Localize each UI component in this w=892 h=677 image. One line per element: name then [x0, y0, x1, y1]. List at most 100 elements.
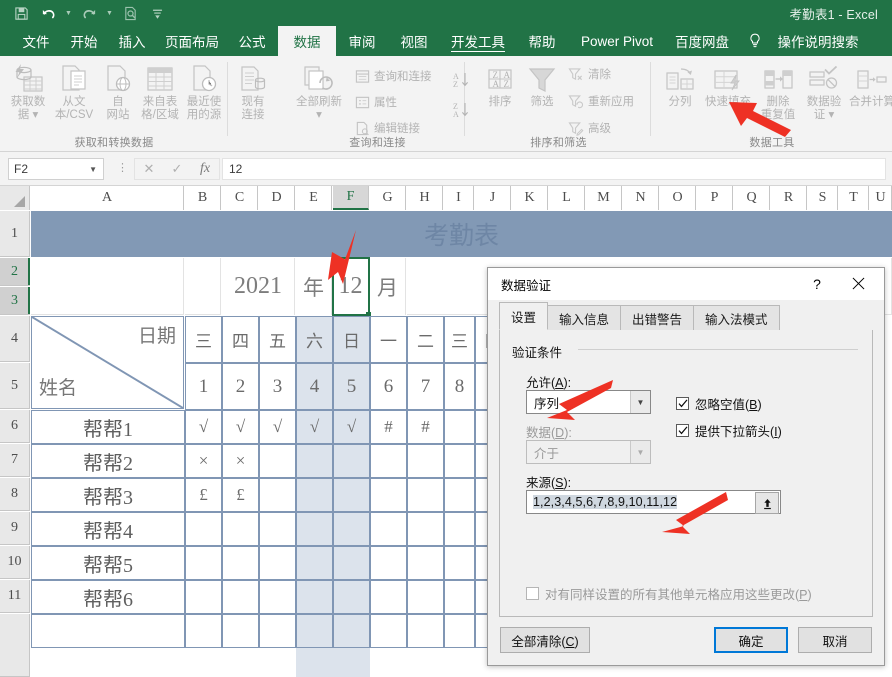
- row-header-3[interactable]: 3: [0, 287, 30, 315]
- mark-cell[interactable]: [185, 614, 222, 648]
- apply-to-all-checkbox[interactable]: 对有同样设置的所有其他单元格应用这些更改(P): [526, 584, 812, 603]
- weekday-cell-7[interactable]: 二: [407, 316, 444, 363]
- tab-view[interactable]: 视图: [392, 26, 436, 56]
- column-header-R[interactable]: R: [771, 186, 807, 210]
- ribbon-small-properties[interactable]: 属性: [354, 94, 397, 110]
- mark-cell[interactable]: [333, 444, 370, 478]
- row-header-9[interactable]: 9: [0, 512, 30, 545]
- weekday-cell-8[interactable]: 三: [444, 316, 475, 363]
- column-header-I[interactable]: I: [444, 186, 474, 210]
- cell-E2-year-unit[interactable]: 年: [296, 258, 332, 315]
- row-header-2[interactable]: 2: [0, 258, 30, 286]
- mark-cell[interactable]: [333, 546, 370, 580]
- dialog-tab-settings[interactable]: 设置: [499, 302, 549, 330]
- weekday-cell-5[interactable]: 日: [333, 316, 370, 363]
- daynum-cell-2[interactable]: 2: [222, 363, 259, 410]
- mark-cell[interactable]: ×: [185, 444, 222, 478]
- column-header-T[interactable]: T: [839, 186, 869, 210]
- tab-formulas[interactable]: 公式: [230, 26, 274, 56]
- mark-cell[interactable]: [444, 478, 475, 512]
- mark-cell[interactable]: [259, 614, 296, 648]
- daynum-cell-6[interactable]: 6: [370, 363, 407, 410]
- tab-data[interactable]: 数据: [278, 26, 336, 56]
- tell-me-search[interactable]: 操作说明搜索: [768, 26, 868, 56]
- confirm-formula-icon[interactable]: ✓: [163, 161, 191, 177]
- ribbon-small-queries-connections[interactable]: 查询和连接: [354, 68, 432, 84]
- column-header-N[interactable]: N: [623, 186, 659, 210]
- mark-cell[interactable]: [259, 546, 296, 580]
- in-cell-dropdown-checkbox[interactable]: 提供下拉箭头(I): [676, 421, 782, 440]
- dialog-tab-error-alert[interactable]: 出错警告: [620, 305, 695, 330]
- mark-cell[interactable]: [444, 580, 475, 614]
- customize-qat-icon[interactable]: [146, 2, 168, 24]
- cell-B2[interactable]: [185, 258, 221, 315]
- date-name-header-cell[interactable]: 日期 姓名: [31, 316, 184, 409]
- person-name-5[interactable]: 帮帮5: [31, 546, 185, 580]
- ribbon-button-consolidate[interactable]: 合并计算: [848, 60, 892, 109]
- tab-page-layout[interactable]: 页面布局: [158, 26, 226, 56]
- mark-cell[interactable]: £: [185, 478, 222, 512]
- mark-cell[interactable]: [222, 580, 259, 614]
- mark-cell[interactable]: √: [222, 410, 259, 444]
- column-header-S[interactable]: S: [808, 186, 838, 210]
- weekday-cell-1[interactable]: 三: [185, 316, 222, 363]
- mark-cell[interactable]: [370, 546, 407, 580]
- ribbon-button-from-web[interactable]: 自 网站: [98, 60, 138, 122]
- cancel-button[interactable]: 取消: [798, 627, 872, 653]
- mark-cell[interactable]: £: [222, 478, 259, 512]
- formula-input[interactable]: 12: [222, 158, 886, 180]
- mark-cell[interactable]: [222, 546, 259, 580]
- person-name-7[interactable]: [31, 614, 185, 648]
- name-box[interactable]: F2 ▼: [8, 158, 104, 180]
- row-header-8[interactable]: 8: [0, 478, 30, 511]
- ribbon-button-data-validation[interactable]: 数据验 证 ▾: [802, 60, 846, 122]
- row-header-10[interactable]: 10: [0, 546, 30, 579]
- mark-cell[interactable]: [259, 580, 296, 614]
- redo-icon[interactable]: [78, 2, 100, 24]
- redo-dropdown-icon[interactable]: ▼: [105, 2, 114, 24]
- mark-cell[interactable]: [185, 512, 222, 546]
- column-header-M[interactable]: M: [586, 186, 622, 210]
- mark-cell[interactable]: #: [407, 410, 444, 444]
- tab-power-pivot[interactable]: Power Pivot: [572, 26, 662, 56]
- ribbon-button-get-data[interactable]: 获取数 据 ▾: [6, 60, 50, 122]
- data-dropdown[interactable]: 介于 ▼: [526, 440, 651, 464]
- clear-all-button[interactable]: 全部清除(C): [500, 627, 590, 653]
- mark-cell[interactable]: √: [296, 410, 333, 444]
- mark-cell[interactable]: [296, 478, 333, 512]
- mark-cell[interactable]: [444, 546, 475, 580]
- mark-cell[interactable]: √: [333, 410, 370, 444]
- tab-home[interactable]: 开始: [62, 26, 106, 56]
- mark-cell[interactable]: [222, 614, 259, 648]
- mark-cell[interactable]: [296, 512, 333, 546]
- person-name-4[interactable]: 帮帮4: [31, 512, 185, 546]
- mark-cell[interactable]: [444, 614, 475, 648]
- tab-file[interactable]: 文件: [14, 26, 58, 56]
- column-header-J[interactable]: J: [475, 186, 511, 210]
- tab-review[interactable]: 审阅: [340, 26, 384, 56]
- person-name-3[interactable]: 帮帮3: [31, 478, 185, 512]
- column-header-O[interactable]: O: [660, 186, 696, 210]
- undo-dropdown-icon[interactable]: ▼: [64, 2, 73, 24]
- row-header-6[interactable]: 6: [0, 410, 30, 443]
- mark-cell[interactable]: [259, 512, 296, 546]
- mark-cell[interactable]: [333, 478, 370, 512]
- mark-cell[interactable]: #: [370, 410, 407, 444]
- daynum-cell-4[interactable]: 4: [296, 363, 333, 410]
- ribbon-button-flash-fill[interactable]: 快速填充: [702, 60, 754, 109]
- mark-cell[interactable]: [296, 546, 333, 580]
- ribbon-button-existing-connections[interactable]: 现有 连接: [232, 60, 274, 122]
- mark-cell[interactable]: ×: [222, 444, 259, 478]
- mark-cell[interactable]: [296, 444, 333, 478]
- cell-F2-month[interactable]: 12: [333, 258, 369, 315]
- ignore-blank-checkbox[interactable]: 忽略空值(B): [676, 394, 762, 413]
- tab-help[interactable]: 帮助: [520, 26, 564, 56]
- weekday-cell-2[interactable]: 四: [222, 316, 259, 363]
- mark-cell[interactable]: [296, 614, 333, 648]
- column-header-H[interactable]: H: [407, 186, 443, 210]
- print-preview-icon[interactable]: [119, 2, 141, 24]
- ribbon-button-filter[interactable]: 筛选: [522, 60, 562, 109]
- mark-cell[interactable]: [370, 614, 407, 648]
- select-all-corner[interactable]: [0, 186, 30, 210]
- ribbon-button-from-text-csv[interactable]: 从文 本/CSV: [52, 60, 96, 122]
